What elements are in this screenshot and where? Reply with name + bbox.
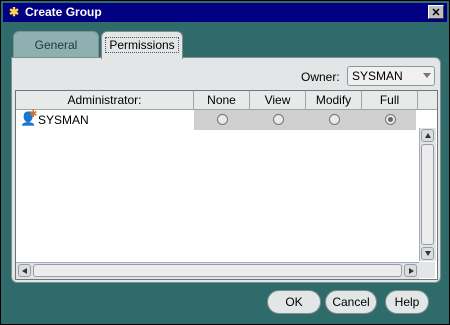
horizontal-scrollbar[interactable] [16,262,419,279]
horizontal-scroll-thumb[interactable] [33,264,402,277]
column-header-administrator[interactable]: Administrator: [16,91,194,109]
tab-general-label: General [34,38,78,52]
help-button[interactable]: Help [385,290,429,314]
administrator-cell: 👤 ✱ SYSMAN [16,109,194,130]
arrow-right-icon [409,268,414,274]
app-icon: ✱ [8,5,20,19]
cancel-button[interactable]: Cancel [325,290,377,314]
permissions-table: Administrator: None View Modify Full 👤 ✱ … [15,90,438,280]
arrow-down-icon [425,251,431,256]
column-header-spacer [418,91,437,109]
radio-full[interactable] [385,114,396,125]
table-header: Administrator: None View Modify Full [16,91,437,110]
radio-view[interactable] [273,114,284,125]
arrow-up-icon [425,133,431,138]
owner-value: SYSMAN [352,69,403,83]
column-header-none[interactable]: None [194,91,250,109]
ok-button[interactable]: OK [267,290,321,314]
scrollbar-corner [419,262,435,278]
scroll-left-button[interactable] [18,264,31,277]
create-group-dialog: ✱ Create Group ✕ General Permissions Own… [0,0,450,325]
tab-permissions-label: Permissions [105,37,179,53]
owner-dropdown[interactable]: SYSMAN [347,66,435,86]
chevron-down-icon [423,73,431,78]
close-button[interactable]: ✕ [428,5,444,19]
tab-general[interactable]: General [13,31,99,57]
administrator-icon: 👤 ✱ [20,109,38,126]
window-title: Create Group [25,5,102,19]
vertical-scrollbar[interactable] [419,128,436,261]
radio-modify[interactable] [329,114,340,125]
column-header-view[interactable]: View [250,91,306,109]
arrow-left-icon [22,268,27,274]
scroll-down-button[interactable] [421,247,434,260]
column-header-modify[interactable]: Modify [306,91,362,109]
owner-label: Owner: [301,70,340,84]
vertical-scroll-thumb[interactable] [421,144,434,245]
table-row[interactable]: 👤 ✱ SYSMAN [16,109,420,130]
tab-permissions[interactable]: Permissions [101,31,183,59]
scroll-right-button[interactable] [404,264,417,277]
scroll-up-button[interactable] [421,129,434,142]
radio-none[interactable] [217,114,228,125]
permissions-panel: Owner: SYSMAN Administrator: None View M… [11,57,441,283]
column-header-full[interactable]: Full [362,91,418,109]
title-bar[interactable]: ✱ Create Group ✕ [3,3,447,22]
administrator-name: SYSMAN [38,113,89,127]
permission-radios [194,110,416,130]
